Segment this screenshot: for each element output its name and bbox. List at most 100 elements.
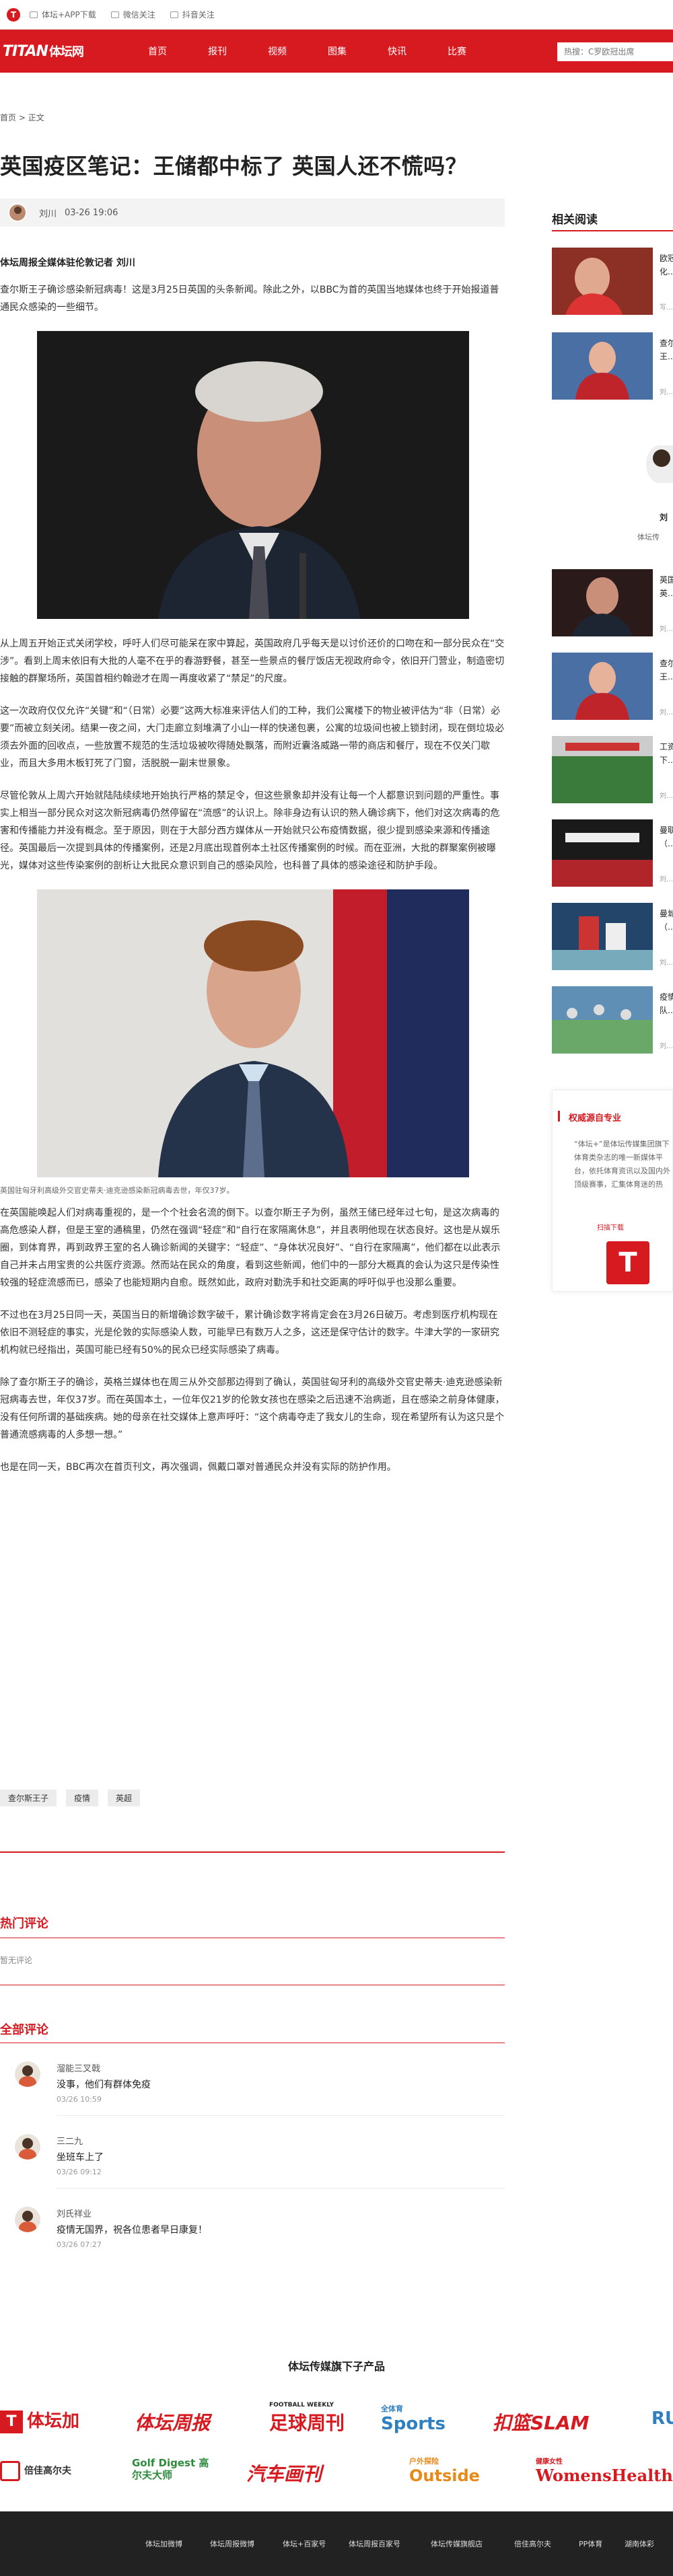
article-title[interactable]: 曼城…（… xyxy=(660,907,673,934)
breadcrumb-home[interactable]: 首页 xyxy=(0,113,16,122)
nav-menu: 首页 报刊 视频 图集 快讯 比赛 xyxy=(148,44,507,58)
app-promo-text: “体坛+”是体坛传媒集团旗下体育类杂志的唯一新媒体平台，依托体育资讯以及国内外顶… xyxy=(574,1140,670,1189)
related-time: 刘… xyxy=(660,389,673,396)
nav-item-papers[interactable]: 报刊 xyxy=(208,44,268,58)
article-time: 刘… xyxy=(660,793,673,800)
article-thumbnail[interactable] xyxy=(552,653,653,720)
author-name[interactable]: 刘川 xyxy=(39,207,57,219)
article-paragraph: 不过也在3月25日同一天，英国当日的新增确诊数字破千，累计确诊数字将肯定会在3月… xyxy=(0,1310,499,1356)
commenter-name[interactable]: 刘氏祥业 xyxy=(57,2207,92,2219)
nav-item-video[interactable]: 视频 xyxy=(268,44,328,58)
site-logo[interactable]: TITAN 体坛网 xyxy=(0,30,108,73)
photo-caption: 英国驻匈牙利高级外交官史蒂夫·迪克逊感染新冠病毒去世，年仅37岁。 xyxy=(0,1186,234,1195)
brand-logo-titan-plus[interactable]: T 体坛加 xyxy=(0,2407,79,2433)
small-logo-icon[interactable]: T xyxy=(7,7,20,22)
related-title[interactable]: 查尔…王… xyxy=(660,336,673,363)
commenter-name[interactable]: 三二九 xyxy=(57,2134,83,2147)
page-title: 英国疫区笔记：王储都中标了 英国人还不慌吗？ xyxy=(0,153,468,179)
author-card-org: 体坛传 xyxy=(637,533,660,542)
related-thumbnail[interactable] xyxy=(552,248,653,315)
brand-row: 倍佳高尔夫 Golf Digest 高尔夫大师 汽车画刊 户外探险 Outside… xyxy=(0,2449,673,2503)
commenter-avatar[interactable] xyxy=(15,2061,40,2087)
footer-link[interactable]: PP体育 xyxy=(579,2538,602,2549)
nav-item-home[interactable]: 首页 xyxy=(148,44,208,58)
footer-link[interactable]: 体坛传媒旗舰店 xyxy=(431,2538,483,2549)
tag-item[interactable]: 查尔斯王子 xyxy=(0,1790,57,1806)
footer-link[interactable]: 体坛加微博 xyxy=(145,2538,182,2549)
author-article-item[interactable]: 英国…英… 刘… xyxy=(552,569,673,639)
douyin-icon xyxy=(170,11,178,18)
article-thumbnail[interactable] xyxy=(552,736,653,803)
article-thumbnail[interactable] xyxy=(552,903,653,970)
article-body: 体坛周报全媒体驻伦敦记者 刘川 查尔斯王子确诊感染新冠病毒！这是3月25日英国的… xyxy=(0,254,505,1476)
phone-icon xyxy=(30,11,38,18)
app-promo-title: 权威源自专业 xyxy=(569,1113,622,1124)
wechat-follow-link[interactable]: 微信关注 xyxy=(110,9,155,20)
footer-link[interactable]: 湖南体彩 xyxy=(625,2538,654,2549)
breadcrumb: 首页 > 正文 xyxy=(0,113,44,122)
brands-title: 体坛传媒旗下子产品 xyxy=(287,2360,385,2373)
app-logo-icon[interactable]: T xyxy=(606,1241,649,1284)
related-thumbnail[interactable] xyxy=(552,332,653,400)
article-thumbnail[interactable] xyxy=(552,986,653,1054)
douyin-follow-link[interactable]: 抖音关注 xyxy=(170,9,215,20)
article-paragraph: 也是在同一天，BBC再次在首页刊文，再次强调，佩戴口罩对普通民众并没有实际的防护… xyxy=(0,1462,396,1473)
footer-link[interactable]: 体坛+百家号 xyxy=(283,2538,326,2549)
comment-time: 03/26 10:59 xyxy=(57,2095,102,2104)
tag-item[interactable]: 英超 xyxy=(108,1790,141,1806)
commenter-avatar[interactable] xyxy=(15,2207,40,2232)
author-card-avatar[interactable] xyxy=(646,445,673,483)
article-time: 刘… xyxy=(660,876,673,883)
article-title[interactable]: 疫情…队… xyxy=(660,990,673,1017)
brand-logo-better-golf[interactable]: 倍佳高尔夫 xyxy=(0,2461,71,2481)
brand-logo-auto-pictorial[interactable]: 汽车画刊 xyxy=(246,2460,322,2487)
article-tags: 查尔斯王子 疫情 英超 xyxy=(0,1790,149,1806)
search-input[interactable] xyxy=(557,42,673,61)
footer-link[interactable]: 倍佳高尔夫 xyxy=(514,2538,551,2549)
article-paragraph: 尽管伦敦从上周六开始就陆陆续续地开始执行严格的禁足令，但这些景象却并没有让每一个… xyxy=(0,790,500,871)
brand-logo-sports[interactable]: 全体育 Sports xyxy=(381,2403,446,2434)
brand-logo-golf-digest[interactable]: Golf Digest 高尔夫大师 xyxy=(132,2457,213,2481)
related-title[interactable]: 欧冠…化… xyxy=(660,252,673,279)
author-article-item[interactable]: 疫情…队… 刘… xyxy=(552,986,673,1056)
comment-time: 03/26 09:12 xyxy=(57,2168,102,2176)
nav-item-matches[interactable]: 比赛 xyxy=(448,44,507,58)
footer-link[interactable]: 体坛周报微博 xyxy=(210,2538,254,2549)
article-title[interactable]: 曼联…（… xyxy=(660,823,673,850)
article-title[interactable]: 英国…英… xyxy=(660,573,673,600)
brand-logo-slam[interactable]: 扣篮SLAM xyxy=(493,2408,590,2435)
brand-logo-womens-health[interactable]: 健康女性 WomensHealth xyxy=(536,2456,673,2485)
brand-logo-outside[interactable]: 户外探险 Outside xyxy=(409,2456,480,2485)
comment-time: 03/26 07:27 xyxy=(57,2240,102,2249)
accent-bar xyxy=(558,1111,560,1121)
brand-logo-football-weekly[interactable]: FOOTBALL WEEKLY 足球周刊 xyxy=(269,2402,345,2435)
author-card-name[interactable]: 刘 xyxy=(660,511,668,523)
author-article-item[interactable]: 曼联…（… 刘… xyxy=(552,819,673,889)
article-thumbnail[interactable] xyxy=(552,819,653,887)
commenter-avatar[interactable] xyxy=(15,2134,40,2160)
author-avatar[interactable] xyxy=(8,203,27,222)
nav-item-news-flash[interactable]: 快讯 xyxy=(388,44,448,58)
no-comments-text: 暂无评论 xyxy=(0,1956,33,1965)
author-article-item[interactable]: 工资…下… 刘… xyxy=(552,736,673,806)
author-article-item[interactable]: 查尔…王… 刘… xyxy=(552,653,673,723)
app-download-link[interactable]: 扫描下载 xyxy=(597,1222,624,1232)
related-item[interactable]: 查尔…王… 刘… xyxy=(552,332,673,402)
article-title[interactable]: 查尔…王… xyxy=(660,657,673,684)
footer-link[interactable]: 体坛周报百家号 xyxy=(349,2538,400,2549)
diplomat-photo-svg xyxy=(37,889,469,1177)
article-title[interactable]: 工资…下… xyxy=(660,740,673,767)
nav-item-gallery[interactable]: 图集 xyxy=(328,44,388,58)
related-item[interactable]: 欧冠…化… 写… xyxy=(552,248,673,318)
article-time: 刘… xyxy=(660,626,673,633)
tag-item[interactable]: 疫情 xyxy=(66,1790,99,1806)
related-reading-title: 相关阅读 xyxy=(552,213,598,227)
brand-logo-titan-weekly[interactable]: 体坛周报 xyxy=(135,2408,210,2435)
article-thumbnail[interactable] xyxy=(552,569,653,636)
article-photo-diplomat xyxy=(37,889,469,1177)
commenter-name[interactable]: 溜能三叉戟 xyxy=(57,2061,100,2074)
author-article-item[interactable]: 曼城…（… 刘… xyxy=(552,903,673,973)
brand-logo-runners[interactable]: RU xyxy=(651,2408,673,2429)
app-download-link[interactable]: 体坛+APP下载 xyxy=(30,9,96,20)
publish-time: 03-26 19:06 xyxy=(65,207,118,218)
